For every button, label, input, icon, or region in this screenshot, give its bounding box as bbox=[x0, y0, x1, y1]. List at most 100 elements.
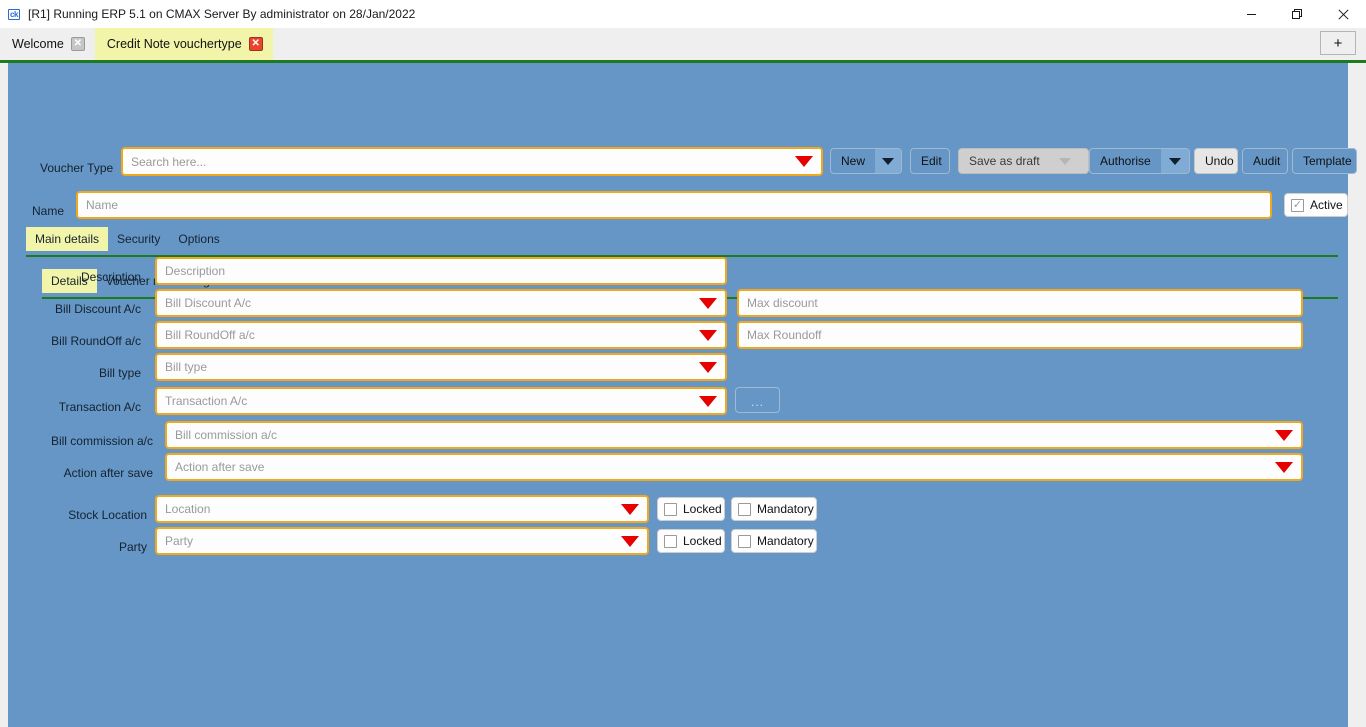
restore-button[interactable] bbox=[1274, 0, 1320, 28]
action-after-save-label: Action after save bbox=[63, 466, 153, 480]
chevron-down-icon bbox=[1058, 157, 1071, 165]
window-titlebar: ck [R1] Running ERP 5.1 on CMAX Server B… bbox=[0, 0, 1366, 28]
bill-discount-ac-dropdown[interactable]: Bill Discount A/c bbox=[155, 289, 727, 317]
voucher-type-placeholder: Search here... bbox=[131, 154, 207, 169]
voucher-type-search-input[interactable]: Search here... bbox=[121, 147, 823, 176]
edit-button-label: Edit bbox=[921, 154, 942, 168]
chevron-down-icon[interactable] bbox=[699, 395, 717, 407]
new-dropdown-toggle[interactable] bbox=[875, 149, 901, 173]
party-placeholder: Party bbox=[165, 534, 194, 548]
bill-type-placeholder: Bill type bbox=[165, 360, 208, 374]
party-dropdown[interactable]: Party bbox=[155, 527, 649, 555]
new-button-label: New bbox=[841, 154, 866, 168]
minimize-button[interactable] bbox=[1228, 0, 1274, 28]
stock-location-dropdown[interactable]: Location bbox=[155, 495, 649, 523]
close-icon[interactable]: ✕ bbox=[70, 37, 85, 51]
bill-roundoff-ac-dropdown[interactable]: Bill RoundOff a/c bbox=[155, 321, 727, 349]
form-canvas: Voucher Type Search here... New Edit Sav… bbox=[8, 63, 1357, 727]
max-discount-input[interactable]: Max discount bbox=[737, 289, 1303, 317]
bill-discount-ac-placeholder: Bill Discount A/c bbox=[165, 296, 252, 310]
window-controls bbox=[1228, 0, 1366, 28]
locked-label: Locked bbox=[683, 502, 722, 516]
chevron-down-icon[interactable] bbox=[699, 361, 717, 373]
action-after-save-dropdown[interactable]: Action after save bbox=[165, 453, 1303, 481]
audit-button-label: Audit bbox=[1253, 154, 1281, 168]
checkbox-box bbox=[738, 502, 751, 516]
name-placeholder: Name bbox=[86, 198, 119, 212]
checkbox-box bbox=[738, 534, 751, 548]
template-button[interactable]: Template bbox=[1292, 148, 1357, 174]
chevron-down-icon[interactable] bbox=[699, 329, 717, 341]
close-icon[interactable]: ✕ bbox=[248, 37, 263, 51]
chevron-down-icon[interactable] bbox=[621, 503, 639, 515]
action-after-save-placeholder: Action after save bbox=[175, 460, 265, 474]
stock-location-mandatory-checkbox[interactable]: Mandatory bbox=[731, 497, 817, 521]
tab-label: Credit Note vouchertype bbox=[106, 37, 242, 51]
description-label: Description bbox=[80, 270, 141, 284]
document-tabstrip: Welcome ✕ Credit Note vouchertype ✕ + bbox=[0, 28, 1366, 60]
window-title: [R1] Running ERP 5.1 on CMAX Server By a… bbox=[28, 7, 416, 21]
app-logo-icon: ck bbox=[6, 6, 22, 22]
undo-button-label: Undo bbox=[1205, 154, 1234, 168]
checkbox-box bbox=[664, 502, 677, 516]
chevron-down-icon[interactable] bbox=[1275, 461, 1293, 473]
authorise-button-label: Authorise bbox=[1100, 154, 1151, 168]
party-locked-checkbox[interactable]: Locked bbox=[657, 529, 725, 553]
party-mandatory-checkbox[interactable]: Mandatory bbox=[731, 529, 817, 553]
tab-options[interactable]: Options bbox=[169, 227, 228, 251]
locked-label: Locked bbox=[683, 534, 722, 548]
bill-commission-ac-placeholder: Bill commission a/c bbox=[175, 428, 278, 442]
new-button[interactable]: New bbox=[830, 148, 902, 174]
description-placeholder: Description bbox=[165, 264, 226, 278]
tab-main-details[interactable]: Main details bbox=[26, 227, 109, 251]
mandatory-label: Mandatory bbox=[757, 534, 814, 548]
active-checkbox[interactable]: ✓ Active bbox=[1284, 193, 1348, 217]
add-tab-wrapper: + bbox=[1320, 31, 1356, 55]
chevron-down-icon[interactable] bbox=[795, 156, 813, 167]
checkbox-box bbox=[664, 534, 677, 548]
transaction-ac-placeholder: Transaction A/c bbox=[165, 394, 248, 408]
active-checkbox-label: Active bbox=[1310, 198, 1343, 212]
tab-label: Welcome bbox=[12, 37, 64, 51]
save-as-draft-button-label: Save as draft bbox=[969, 154, 1040, 168]
tab-welcome[interactable]: Welcome ✕ bbox=[0, 28, 95, 60]
bill-discount-ac-label: Bill Discount A/c bbox=[54, 302, 141, 316]
bill-roundoff-ac-placeholder: Bill RoundOff a/c bbox=[165, 328, 255, 342]
save-as-draft-button: Save as draft bbox=[958, 148, 1089, 174]
edit-button[interactable]: Edit bbox=[910, 148, 950, 174]
max-roundoff-input[interactable]: Max Roundoff bbox=[737, 321, 1303, 349]
checkbox-box: ✓ bbox=[1291, 198, 1304, 212]
transaction-ac-dropdown[interactable]: Transaction A/c bbox=[155, 387, 727, 415]
max-discount-placeholder: Max discount bbox=[747, 296, 818, 310]
stock-location-locked-checkbox[interactable]: Locked bbox=[657, 497, 725, 521]
chevron-down-icon[interactable] bbox=[621, 535, 639, 547]
stock-location-label: Stock Location bbox=[68, 508, 147, 522]
description-input[interactable]: Description bbox=[155, 257, 727, 285]
authorise-button[interactable]: Authorise bbox=[1089, 148, 1190, 174]
max-roundoff-placeholder: Max Roundoff bbox=[747, 328, 822, 342]
chevron-down-icon[interactable] bbox=[699, 297, 717, 309]
transaction-ac-browse-button[interactable]: ... bbox=[735, 387, 780, 413]
chevron-down-icon bbox=[882, 157, 894, 165]
bill-commission-ac-label: Bill commission a/c bbox=[50, 434, 153, 448]
voucher-type-label: Voucher Type bbox=[40, 161, 114, 175]
name-input[interactable]: Name bbox=[76, 191, 1272, 219]
close-button[interactable] bbox=[1320, 0, 1366, 28]
chevron-down-icon[interactable] bbox=[1275, 429, 1293, 441]
tab-security[interactable]: Security bbox=[108, 227, 169, 251]
name-label: Name bbox=[32, 204, 65, 218]
authorise-dropdown-toggle[interactable] bbox=[1160, 149, 1189, 173]
add-tab-button[interactable]: + bbox=[1320, 31, 1356, 55]
audit-button[interactable]: Audit bbox=[1242, 148, 1288, 174]
save-as-draft-dropdown-toggle bbox=[1049, 149, 1080, 173]
template-button-label: Template bbox=[1303, 154, 1352, 168]
bill-type-dropdown[interactable]: Bill type bbox=[155, 353, 727, 381]
bill-roundoff-ac-label: Bill RoundOff a/c bbox=[51, 334, 141, 348]
undo-button[interactable]: Undo bbox=[1194, 148, 1238, 174]
main-tabs: Main details Security Options bbox=[26, 227, 229, 251]
tab-credit-note-vouchertype[interactable]: Credit Note vouchertype ✕ bbox=[94, 28, 273, 60]
bill-type-label: Bill type bbox=[98, 366, 141, 380]
stock-location-placeholder: Location bbox=[165, 502, 211, 516]
app-logo-text: ck bbox=[8, 8, 20, 20]
bill-commission-ac-dropdown[interactable]: Bill commission a/c bbox=[165, 421, 1303, 449]
